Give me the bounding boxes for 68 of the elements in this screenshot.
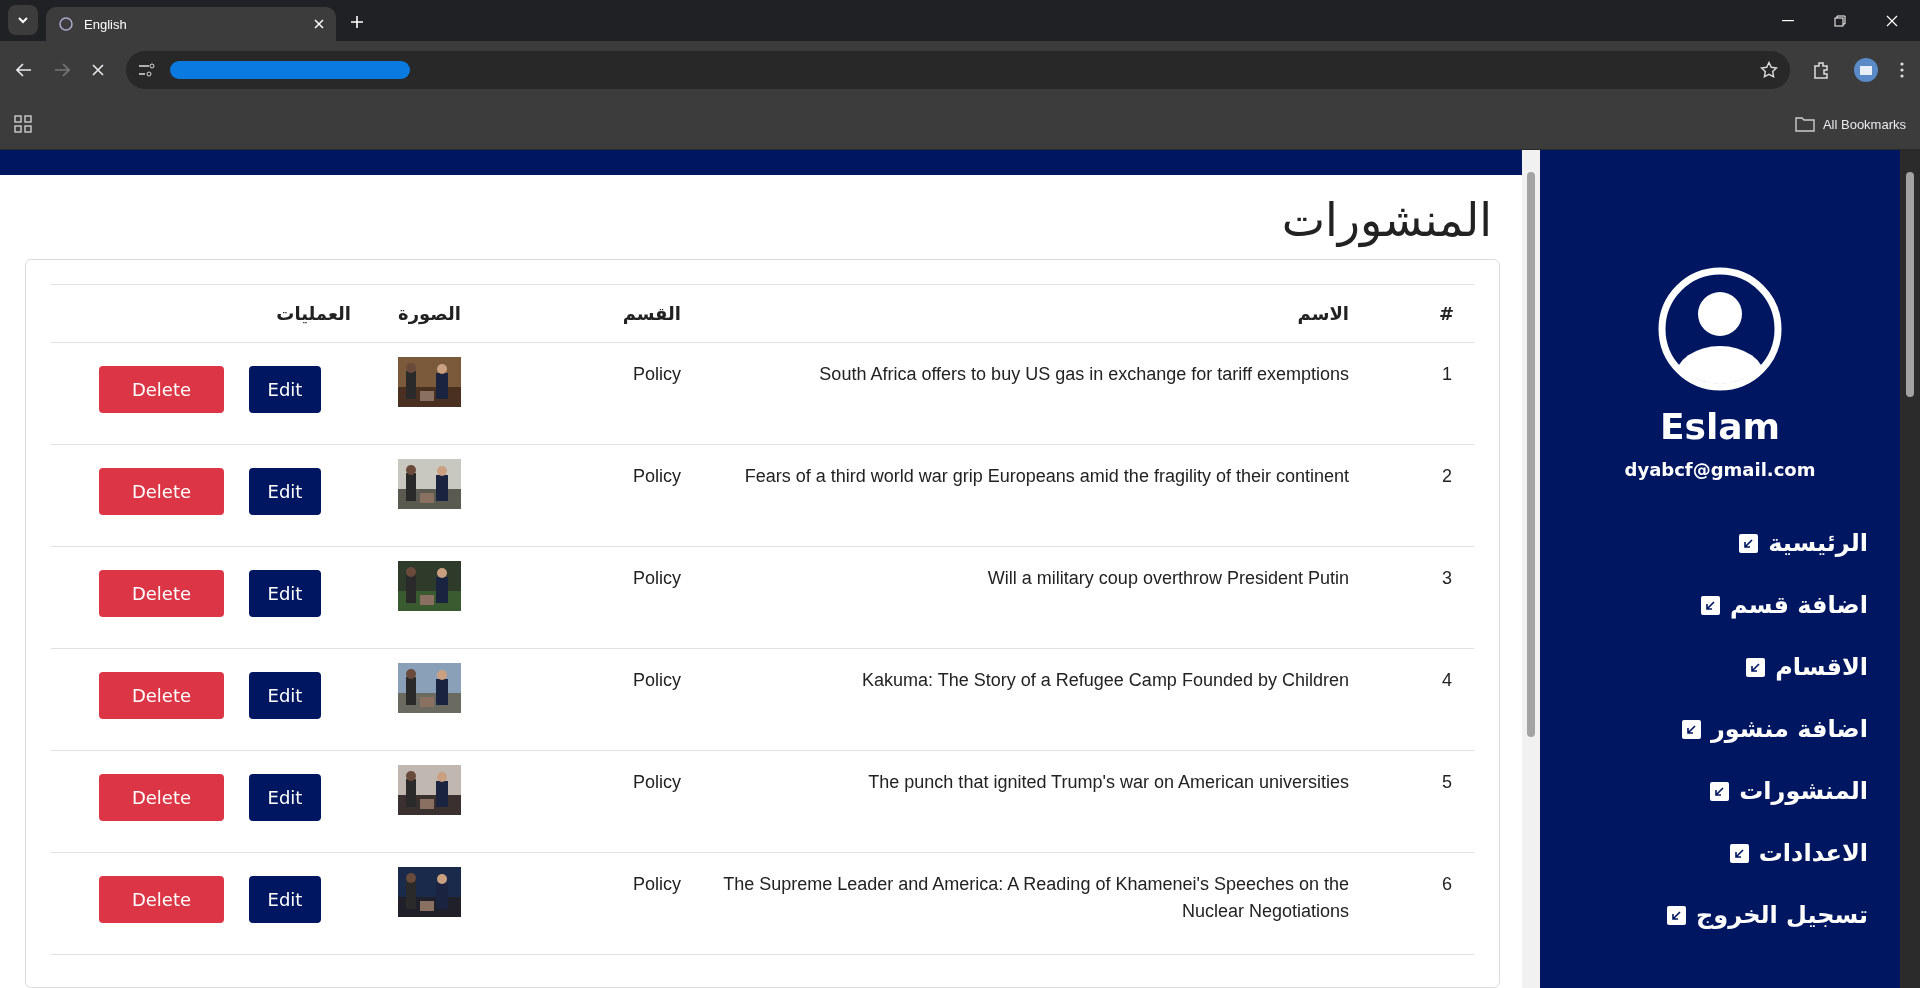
restore-icon[interactable] (1834, 14, 1846, 27)
back-icon[interactable] (16, 63, 32, 77)
table-cell: Kakuma: The Story of a Refugee Camp Founded by Children (862, 670, 1349, 690)
sidebar-item[interactable]: الرئيسية (1739, 526, 1868, 560)
close-icon[interactable] (1886, 14, 1898, 27)
close-icon[interactable] (314, 19, 324, 29)
table-cell: Fears of a third world war grip Europeans amid the fragility of their continent (744, 466, 1349, 486)
browser-tab[interactable]: English (46, 7, 336, 41)
bookmarks-link[interactable]: All Bookmarks (1822, 116, 1906, 132)
tab-list-button[interactable] (8, 5, 38, 35)
edit-button[interactable]: Edit (249, 570, 321, 617)
user-email: dyabcf@gmail.com (1624, 459, 1816, 480)
sidebar-item[interactable]: الاعدادات (1729, 836, 1868, 870)
delete-button[interactable]: Delete (99, 468, 224, 515)
tab-title: English (84, 16, 128, 32)
apps-icon[interactable] (14, 115, 32, 133)
sidebar-item[interactable]: المنشورات (1710, 774, 1868, 808)
sidebar-item[interactable]: تسجيل الخروج (1667, 898, 1868, 932)
table-cell: Policy (633, 670, 681, 690)
star-icon[interactable] (1760, 61, 1778, 79)
sidebar-item[interactable]: اضافة منشور (1682, 712, 1868, 746)
delete-button[interactable]: Delete (99, 774, 224, 821)
address-bar[interactable] (126, 51, 1790, 89)
column-header: الصورة (398, 303, 461, 324)
table-cell: Policy (633, 466, 681, 486)
table-cell: Policy (633, 874, 681, 894)
minimize-icon[interactable] (1782, 19, 1794, 22)
edit-button[interactable]: Edit (249, 876, 321, 923)
user-name: Eslam (1659, 406, 1781, 447)
new-tab-icon[interactable] (350, 15, 364, 29)
table-cell: The punch that ignited Trump's war on American universities (868, 772, 1349, 792)
table-cell: 4 (1442, 670, 1452, 690)
table-cell: Will a military coup overthrow President Putin (987, 568, 1349, 588)
menu-icon[interactable] (1900, 62, 1904, 78)
table-cell: 6 (1442, 874, 1452, 894)
column-header: القسم (622, 303, 681, 324)
sidebar-item[interactable]: اضافة قسم (1701, 588, 1868, 622)
site-settings-icon[interactable] (138, 63, 156, 77)
page-title: المنشورات (1281, 193, 1492, 247)
folder-icon[interactable] (1794, 116, 1815, 132)
table-cell: The Supreme Leader and America: A Reading of Khamenei's Speeches on the Nuclear Negotiations (723, 874, 1349, 921)
column-header: # (1438, 303, 1454, 324)
profile-icon[interactable] (1854, 58, 1878, 82)
edit-button[interactable]: Edit (249, 672, 321, 719)
delete-button[interactable]: Delete (99, 876, 224, 923)
scrollbar[interactable] (1522, 150, 1540, 988)
table-cell: South Africa offers to buy US gas in exchange for tariff exemptions (819, 364, 1349, 384)
table-cell: 2 (1442, 466, 1452, 486)
chevron-down-icon (17, 16, 29, 24)
stop-icon[interactable] (92, 64, 104, 76)
forward-icon[interactable] (54, 63, 70, 77)
delete-button[interactable]: Delete (99, 366, 224, 413)
table-cell: Policy (633, 772, 681, 792)
edit-button[interactable]: Edit (249, 468, 321, 515)
scrollbar[interactable] (1900, 150, 1920, 988)
edit-button[interactable]: Edit (249, 774, 321, 821)
table-cell: 3 (1442, 568, 1452, 588)
column-header: الاسم (1297, 303, 1349, 324)
table-cell: 1 (1442, 364, 1452, 384)
delete-button[interactable]: Delete (99, 570, 224, 617)
sidebar-item[interactable]: الاقسام (1746, 650, 1868, 684)
table-cell: 5 (1442, 772, 1452, 792)
table-cell: Policy (633, 364, 681, 384)
avatar-icon (1657, 266, 1783, 392)
column-header: العمليات (276, 303, 351, 324)
table-cell: Policy (633, 568, 681, 588)
edit-button[interactable]: Edit (249, 366, 321, 413)
delete-button[interactable]: Delete (99, 672, 224, 719)
